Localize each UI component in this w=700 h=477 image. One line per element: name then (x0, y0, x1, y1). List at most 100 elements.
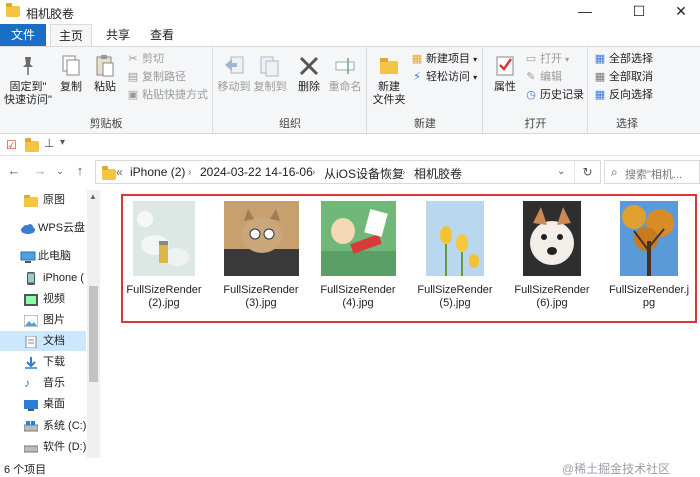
ribbon-tabs: 文件 主页 共享 查看 (0, 24, 700, 46)
sidebar-item-drive-d[interactable]: 软件 (D:) (0, 437, 86, 457)
select-none-button[interactable]: ▦ 全部取消 (593, 69, 653, 86)
folder-icon[interactable] (25, 138, 39, 152)
pin-icon (16, 53, 40, 79)
file-thumbnail (320, 201, 396, 276)
sidebar-scrollbar-thumb[interactable] (89, 286, 98, 382)
up-arrow-icon[interactable]: ↑ (72, 163, 88, 178)
sidebar-item-pictures[interactable]: 图片 (0, 310, 86, 330)
copy-path-button[interactable]: ▤ 复制路径 (126, 69, 186, 86)
recent-locations-chevron-icon[interactable]: ⌄ (52, 166, 68, 177)
sidebar-item-downloads[interactable]: 下载 (0, 352, 86, 372)
document-icon (24, 335, 38, 349)
maximize-button[interactable]: ☐ (616, 0, 662, 24)
forward-arrow-icon[interactable]: → (32, 163, 48, 178)
address-dropdown-icon[interactable]: ⌄ (557, 166, 565, 177)
cloud-icon (20, 222, 35, 234)
breadcrumb-separator-icon[interactable]: › (188, 167, 191, 178)
cut-label: 剪切 (142, 53, 164, 65)
file-thumbnail (223, 201, 299, 276)
tab-file[interactable]: 文件 (0, 24, 46, 46)
folder-icon (6, 3, 20, 17)
sidebar-item-iphone[interactable]: iPhone ( (0, 268, 86, 288)
sidebar-item-wps-cloud[interactable]: WPS云盘 (0, 218, 86, 238)
sidebar-item-label: 软件 (D:) (43, 441, 86, 453)
tab-home[interactable]: 主页 (50, 24, 92, 46)
sidebar-item-desktop[interactable]: 桌面 (0, 394, 86, 414)
close-button[interactable]: ✕ (662, 0, 700, 24)
back-arrow-icon[interactable]: ← (6, 163, 22, 178)
file-item[interactable]: FullSizeRender (2).jpg (120, 201, 208, 310)
chevron-down-icon: ▾ (565, 55, 570, 64)
properties-check-icon[interactable]: ☑ (6, 138, 17, 152)
select-none-icon: ▦ (594, 71, 606, 83)
sidebar-item-original[interactable]: 原图 (0, 190, 86, 210)
breadcrumb-iphone[interactable]: iPhone (2) (130, 165, 185, 179)
sidebar-item-this-pc[interactable]: 此电脑 (0, 246, 86, 266)
copy-to-button[interactable]: 复制到 (252, 51, 288, 94)
sidebar-item-videos[interactable]: 视频 (0, 289, 86, 309)
sidebar-item-drive-c[interactable]: 系统 (C:) (0, 416, 86, 436)
address-row: ← → ⌄ ↑ « iPhone (2) › 2024-03-22 14-16-… (0, 156, 700, 188)
easy-access-button[interactable]: ⚡ 轻松访问 ▾ (410, 69, 477, 86)
paste-button[interactable]: 粘贴 (90, 51, 120, 94)
open-group-title: 打开 (524, 118, 547, 130)
open-icon: ▭ (525, 53, 537, 65)
move-to-button[interactable]: 移动到 (216, 51, 252, 94)
file-name: FullSizeRender (4).jpg (320, 284, 396, 309)
chevron-down-icon: ▾ (473, 73, 478, 82)
sidebar-item-label: iPhone ( (43, 272, 84, 284)
rename-icon (333, 53, 357, 79)
new-group: 新建 文件夹 ▦ 新建项目 ▾ ⚡ 轻松访问 ▾ 新建 (368, 47, 483, 133)
file-name: FullSizeRender.j pg (608, 284, 690, 309)
file-item[interactable]: FullSizeRender.j pg (605, 201, 693, 310)
sidebar-item-label: 系统 (C:) (43, 420, 86, 432)
history-icon: ◷ (526, 89, 536, 101)
breadcrumb-date[interactable]: 2024-03-22 14-16-06 (200, 165, 313, 179)
open-button[interactable]: ▭ 打开 ▾ (524, 51, 569, 68)
breadcrumb-separator-icon[interactable]: › (402, 167, 405, 178)
file-item[interactable]: FullSizeRender (4).jpg (314, 201, 402, 310)
delete-button[interactable]: 删除 (294, 51, 324, 94)
rename-button[interactable]: 重命名 (326, 51, 364, 94)
address-bar[interactable]: « iPhone (2) › 2024-03-22 14-16-06 › 从iO… (95, 160, 601, 184)
picture-icon (23, 314, 39, 328)
sidebar-item-music[interactable]: ♪ 音乐 (0, 373, 86, 393)
quick-access-toolbar: ☑ ⊥ ▾ (0, 134, 700, 156)
cut-button[interactable]: ✂ 剪切 (126, 51, 164, 68)
sidebar-item-documents[interactable]: 文档 (0, 331, 86, 351)
history-button[interactable]: ◷ 历史记录 (524, 87, 584, 104)
minimize-button[interactable]: — (562, 0, 608, 24)
move-to-label: 移动到 (217, 81, 251, 93)
properties-button[interactable]: 属性 (488, 51, 522, 94)
item-count: 6 个项目 (4, 464, 47, 476)
file-item[interactable]: FullSizeRender (5).jpg (411, 201, 499, 310)
new-folder-button[interactable]: 新建 文件夹 (370, 51, 408, 107)
breadcrumb-overflow[interactable]: « (116, 165, 123, 179)
edit-button[interactable]: ✎ 编辑 (524, 69, 562, 86)
sidebar-item-label: 音乐 (43, 377, 65, 389)
invert-selection-button[interactable]: ▦ 反向选择 (593, 87, 653, 104)
qat-dropdown-icon[interactable]: ▾ (60, 137, 65, 148)
organize-group: 移动到 复制到 删除 重命名 组织 (214, 47, 367, 133)
pin-quick-access-button[interactable]: 固定到" 快速访问" (2, 51, 54, 107)
properties-label: 属性 (494, 81, 516, 93)
breadcrumb-separator-icon[interactable]: › (312, 167, 315, 178)
scroll-up-icon[interactable]: ▲ (89, 192, 97, 201)
tab-view[interactable]: 查看 (144, 24, 180, 46)
breadcrumb-ios-recovery[interactable]: 从iOS设备恢复 (324, 165, 404, 182)
breadcrumb-camera-roll[interactable]: 相机胶卷 (414, 165, 462, 182)
refresh-icon[interactable]: ↻ (574, 161, 600, 183)
navigation-pane: 原图 WPS云盘 此电脑 iPhone ( 视频 图片 文档 下载 ♪ 音乐 桌… (0, 190, 100, 458)
search-box[interactable]: ⌕ 搜索"相机... (604, 160, 700, 184)
file-item[interactable]: FullSizeRender (6).jpg (508, 201, 596, 310)
clipboard-group-title: 剪贴板 (89, 118, 123, 130)
file-item[interactable]: FullSizeRender (3).jpg (217, 201, 305, 310)
pin-icon[interactable]: ⊥ (44, 136, 54, 150)
edit-icon: ✎ (526, 71, 536, 83)
select-all-button[interactable]: ▦ 全部选择 (593, 51, 653, 68)
paste-shortcut-button[interactable]: ▣ 粘贴快捷方式 (126, 87, 208, 104)
new-item-button[interactable]: ▦ 新建项目 ▾ (410, 51, 477, 68)
new-folder-icon (377, 53, 401, 79)
copy-button[interactable]: 复制 (56, 51, 86, 94)
tab-share[interactable]: 共享 (100, 24, 136, 46)
